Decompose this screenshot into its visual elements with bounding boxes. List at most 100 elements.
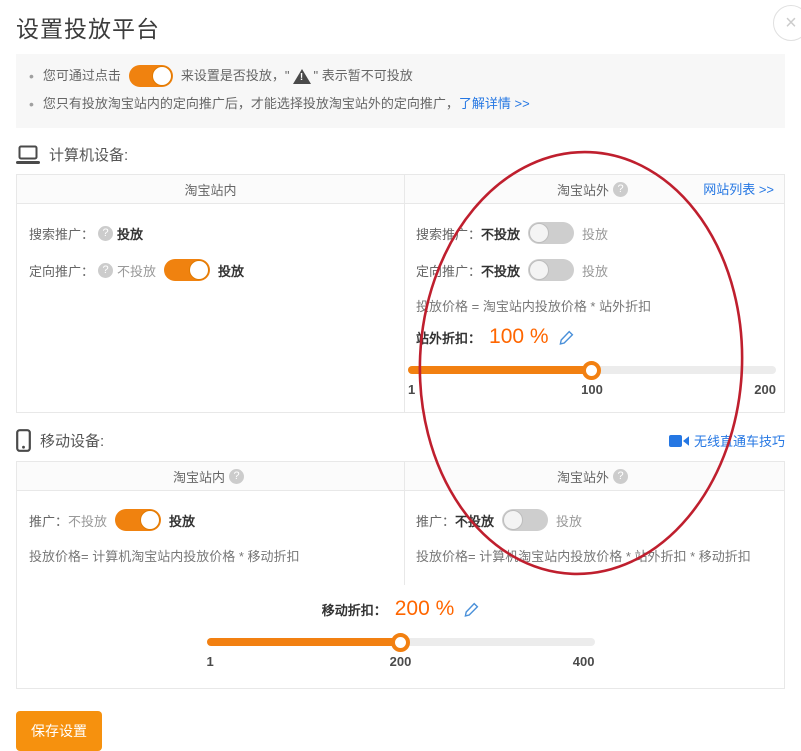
save-settings-button[interactable]: 保存设置 <box>16 711 102 751</box>
mobile-slider-labels: 1 200 400 <box>207 654 595 674</box>
slider-fill <box>408 366 592 374</box>
toggle-knob <box>503 510 523 530</box>
mobile-onsite-cell: 推广： 不投放 投放 投放价格= 计算机淘宝站内投放价格 * 移动折扣 <box>17 491 405 585</box>
on-label: 投放 <box>218 261 244 280</box>
mobile-discount-section: 移动折扣： 200 % 1 200 400 <box>17 585 784 688</box>
settings-dialog: 设置投放平台 × • 您可通过点击 来设置是否投放，" ! " 表示暂不可投放 … <box>0 10 801 751</box>
mobile-heading-label: 移动设备: <box>40 430 104 451</box>
pc-onsite-cell: 搜索推广： ? 投放 定向推广： ? 不投放 投放 <box>17 204 405 412</box>
mobile-onsite-promo-row: 推广： 不投放 投放 <box>29 508 392 532</box>
pc-onsite-search-row: 搜索推广： ? 投放 <box>29 221 392 245</box>
notice-line-1: • 您可通过点击 来设置是否投放，" ! " 表示暂不可投放 <box>29 63 772 89</box>
warning-triangle-icon: ! <box>293 69 311 84</box>
mobile-table-header: 淘宝站内 ? 淘宝站外 ? <box>17 462 784 491</box>
on-label: 投放 <box>582 261 608 280</box>
help-icon[interactable]: ? <box>613 469 628 484</box>
pc-offsite-target-toggle[interactable] <box>528 259 574 281</box>
mobile-offsite-toggle[interactable] <box>502 509 548 531</box>
bullet-icon: • <box>29 63 34 89</box>
pc-offsite-price-formula: 投放价格 = 淘宝站内投放价格 * 站外折扣 <box>416 296 773 315</box>
toggle-knob <box>140 510 160 530</box>
off-label: 不投放 <box>68 511 107 530</box>
site-list-link[interactable]: 网站列表 >> <box>703 175 774 204</box>
mobile-onsite-price-formula: 投放价格= 计算机淘宝站内投放价格 * 移动折扣 <box>29 546 392 565</box>
pc-offsite-target-row: 定向推广： 不投放 投放 <box>416 258 773 282</box>
mobile-offsite-promo-row: 推广： 不投放 投放 <box>416 508 773 532</box>
bullet-icon: • <box>29 91 34 117</box>
mobile-offsite-price-formula: 投放价格= 计算机淘宝站内投放价格 * 站外折扣 * 移动折扣 <box>416 546 773 565</box>
offsite-discount-line: 站外折扣： 100 % <box>416 325 773 349</box>
help-icon[interactable]: ? <box>98 226 113 241</box>
help-icon[interactable]: ? <box>98 263 113 278</box>
pc-table-header: 淘宝站内 淘宝站外 ? 网站列表 >> <box>17 175 784 204</box>
slider-handle[interactable] <box>391 633 410 652</box>
mobile-onsite-header: 淘宝站内 ? <box>17 462 405 490</box>
slider-min-label: 1 <box>207 654 214 669</box>
promo-label: 推广： <box>29 511 68 530</box>
toggle-knob <box>152 66 172 86</box>
learn-more-link[interactable]: 了解详情 >> <box>459 91 530 117</box>
close-icon[interactable]: × <box>773 5 801 41</box>
target-promo-label: 定向推广： <box>29 261 94 280</box>
off-label: 不投放 <box>481 224 520 243</box>
computer-icon <box>16 145 40 165</box>
edit-pencil-icon[interactable] <box>464 602 479 617</box>
mobile-discount-line: 移动折扣： 200 % <box>17 597 784 621</box>
mobile-discount-slider[interactable] <box>207 633 595 651</box>
pc-section-header: 计算机设备: <box>16 144 785 165</box>
mobile-discount-slider-area: 1 200 400 <box>207 633 595 674</box>
mobile-discount-label: 移动折扣： <box>322 600 387 619</box>
pc-onsite-header: 淘宝站内 <box>17 175 405 203</box>
offsite-discount-slider-area: 1 100 200 <box>408 361 776 402</box>
search-promo-label: 搜索推广： <box>29 224 94 243</box>
mobile-heading: 移动设备: <box>16 429 104 452</box>
toggle-knob <box>189 260 209 280</box>
help-icon[interactable]: ? <box>229 469 244 484</box>
example-toggle[interactable] <box>129 65 173 87</box>
pc-offsite-search-row: 搜索推广： 不投放 投放 <box>416 221 773 245</box>
pc-table: 淘宝站内 淘宝站外 ? 网站列表 >> 搜索推广： ? 投放 定向推广： ? 不… <box>16 174 785 413</box>
mobile-discount-value: 200 % <box>395 597 455 621</box>
offsite-discount-slider[interactable] <box>408 361 776 379</box>
on-label: 投放 <box>582 224 608 243</box>
mobile-offsite-header: 淘宝站外 ? <box>405 462 784 490</box>
off-label: 不投放 <box>455 511 494 530</box>
notice-line-2: • 您只有投放淘宝站内的定向推广后，才能选择投放淘宝站外的定向推广， 了解详情 … <box>29 91 772 117</box>
slider-fill <box>207 638 401 646</box>
offsite-discount-value: 100 % <box>489 325 549 349</box>
mobile-offsite-header-label: 淘宝站外 <box>557 467 609 486</box>
slider-handle[interactable] <box>582 361 601 380</box>
pc-offsite-search-toggle[interactable] <box>528 222 574 244</box>
pc-heading: 计算机设备: <box>16 144 128 165</box>
mobile-onsite-header-label: 淘宝站内 <box>173 467 225 486</box>
search-promo-value: 投放 <box>117 224 143 243</box>
pc-table-body: 搜索推广： ? 投放 定向推广： ? 不投放 投放 搜索推广： 不投放 投放 <box>17 204 784 412</box>
edit-pencil-icon[interactable] <box>559 330 574 345</box>
toggle-knob <box>529 223 549 243</box>
mobile-onsite-toggle[interactable] <box>115 509 161 531</box>
search-promo-label: 搜索推广： <box>416 224 481 243</box>
slider-max-label: 400 <box>573 654 595 669</box>
video-camera-icon <box>669 435 689 447</box>
phone-icon <box>16 429 31 452</box>
slider-current-label: 200 <box>390 654 412 669</box>
pc-onsite-header-label: 淘宝站内 <box>184 180 236 199</box>
pc-offsite-header-label: 淘宝站外 <box>557 180 609 199</box>
wireless-tips-label: 无线直通车技巧 <box>694 431 785 450</box>
pc-onsite-target-row: 定向推广： ? 不投放 投放 <box>29 258 392 282</box>
on-label: 投放 <box>169 511 195 530</box>
offsite-discount-label: 站外折扣： <box>416 328 481 347</box>
toggle-knob <box>529 260 549 280</box>
notice-box: • 您可通过点击 来设置是否投放，" ! " 表示暂不可投放 • 您只有投放淘宝… <box>16 54 785 128</box>
page-title: 设置投放平台 <box>16 10 785 44</box>
wireless-tips-link[interactable]: 无线直通车技巧 <box>669 431 785 450</box>
target-promo-label: 定向推广： <box>416 261 481 280</box>
pc-heading-label: 计算机设备: <box>49 144 128 165</box>
mobile-table: 淘宝站内 ? 淘宝站外 ? 推广： 不投放 投放 投放价格= 计算机淘宝站内投放… <box>16 461 785 689</box>
pc-offsite-header: 淘宝站外 ? 网站列表 >> <box>405 175 784 203</box>
mobile-offsite-cell: 推广： 不投放 投放 投放价格= 计算机淘宝站内投放价格 * 站外折扣 * 移动… <box>405 491 784 585</box>
notice-1-suffix: " 表示暂不可投放 <box>314 63 413 89</box>
pc-onsite-target-toggle[interactable] <box>164 259 210 281</box>
help-icon[interactable]: ? <box>613 182 628 197</box>
mobile-section-header: 移动设备: 无线直通车技巧 <box>16 429 785 452</box>
